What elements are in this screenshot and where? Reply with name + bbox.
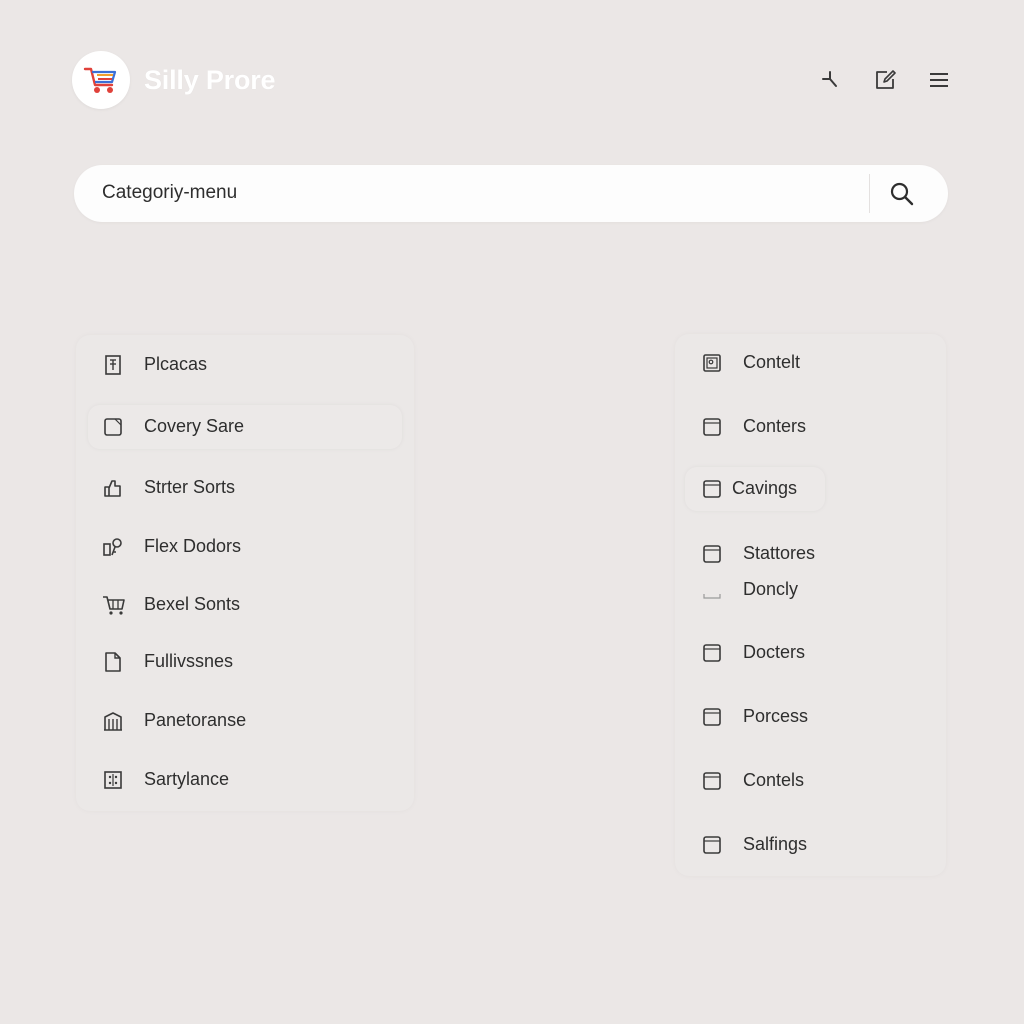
square-icon — [701, 706, 723, 728]
search-icon[interactable] — [889, 181, 915, 207]
square-icon — [701, 543, 723, 565]
search-divider — [869, 174, 870, 213]
menu-item-label: Covery Sare — [144, 416, 245, 436]
menu-item-label: Fullivssnes — [144, 651, 234, 671]
menu-item-label: Sartylance — [144, 769, 230, 789]
menu-item-label: Panetoranse — [144, 710, 247, 730]
app-header: Silly Prore — [72, 51, 952, 111]
tray-icon — [701, 579, 723, 601]
menu-item[interactable]: Cavings — [685, 467, 825, 511]
square-icon — [701, 642, 723, 664]
square-icon — [701, 478, 723, 500]
key-icon — [102, 536, 124, 558]
calculator-icon — [102, 769, 124, 791]
menu-item[interactable]: Covery Sare — [88, 405, 402, 449]
image-box-icon — [701, 352, 723, 374]
search-input[interactable] — [102, 177, 842, 209]
menu-item[interactable]: Plcacas — [76, 343, 414, 387]
menu-item-label: Cavings — [732, 478, 798, 498]
menu-item[interactable]: Conters — [675, 405, 946, 449]
square-icon — [102, 416, 124, 438]
menu-item-label: Bexel Sonts — [144, 594, 241, 614]
menu-item[interactable]: Strter Sorts — [76, 466, 414, 510]
menu-item[interactable]: Sartylance — [76, 758, 414, 802]
right-category-panel: Contelt Conters Cavings Stattores Doncly… — [675, 334, 946, 876]
menu-item[interactable]: Flex Dodors — [76, 525, 414, 569]
building-icon — [102, 710, 124, 732]
menu-item-label: Conters — [743, 416, 807, 436]
menu-item[interactable]: Salfings — [675, 823, 946, 867]
left-category-panel: Plcacas Covery Sare Strter Sorts Flex Do… — [76, 335, 414, 811]
file-icon — [102, 651, 124, 673]
menu-item-label: Salfings — [743, 834, 808, 854]
edit-icon[interactable] — [873, 68, 897, 92]
menu-item-label: Contelt — [743, 352, 801, 372]
menu-item-label: Plcacas — [144, 354, 208, 374]
menu-item[interactable]: Contelt — [675, 341, 946, 385]
menu-item-label: Porcess — [743, 706, 809, 726]
cart-icon — [102, 594, 125, 616]
square-icon — [701, 770, 723, 792]
menu-item[interactable]: Panetoranse — [76, 699, 414, 743]
menu-item[interactable]: Porcess — [675, 695, 946, 739]
menu-item-label: Docters — [743, 642, 806, 662]
menu-item[interactable]: Docters — [675, 631, 946, 675]
tool-icon[interactable] — [818, 68, 842, 92]
menu-item[interactable]: Contels — [675, 759, 946, 803]
menu-item[interactable]: Bexel Sonts — [76, 583, 414, 627]
square-icon — [701, 416, 723, 438]
menu-item-label: Doncly — [743, 579, 799, 599]
logo[interactable] — [72, 51, 130, 109]
menu-item-label: Strter Sorts — [144, 477, 236, 497]
menu-item-label: Stattores — [743, 543, 816, 563]
hand-icon — [102, 477, 124, 499]
search-bar — [74, 165, 948, 222]
grid-doc-icon — [102, 354, 124, 376]
menu-item-label: Flex Dodors — [144, 536, 242, 556]
menu-icon[interactable] — [927, 68, 951, 92]
menu-item-label: Contels — [743, 770, 805, 790]
menu-item[interactable]: Fullivssnes — [76, 640, 414, 684]
square-icon — [701, 834, 723, 856]
brand-name: Silly Prore — [144, 65, 276, 95]
menu-item[interactable]: Doncly — [675, 568, 946, 612]
cart-icon — [83, 67, 117, 93]
